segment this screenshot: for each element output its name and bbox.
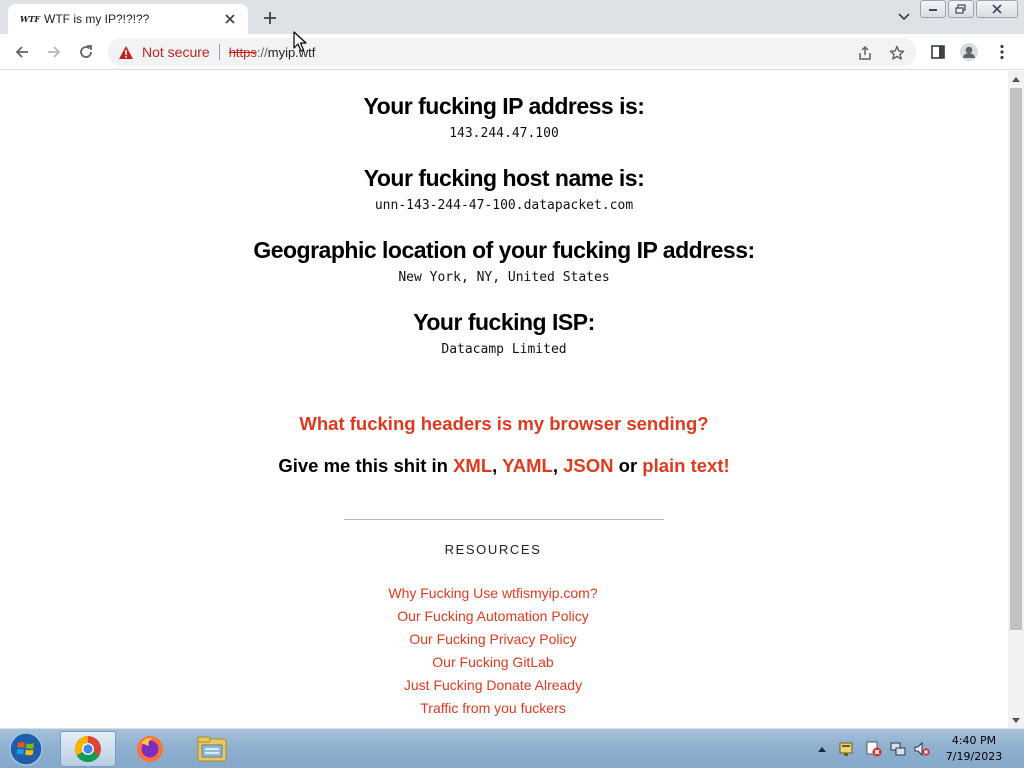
xml-link[interactable]: XML — [453, 455, 492, 476]
resource-link-privacy-policy[interactable]: Our Fucking Privacy Policy — [0, 628, 986, 651]
show-hidden-icons-icon[interactable] — [814, 741, 830, 757]
isp-value: Datacamp Limited — [441, 342, 567, 357]
warning-icon[interactable] — [118, 44, 134, 60]
formats-comma-1: , — [492, 455, 503, 476]
profile-avatar-icon[interactable] — [959, 42, 979, 62]
favicon: WTF — [20, 14, 40, 24]
headers-section: What fucking headers is my browser sendi… — [0, 413, 1008, 435]
side-panel-icon[interactable] — [928, 42, 948, 62]
chrome-taskbar-icon[interactable] — [60, 731, 116, 767]
browser-tab[interactable]: WTF WTF is my IP?!?!?? — [8, 4, 248, 34]
more-menu-icon[interactable] — [992, 42, 1012, 62]
vertical-scrollbar[interactable] — [1008, 71, 1024, 728]
plain-text-link[interactable]: plain text! — [642, 455, 729, 476]
url-scheme-separator: :// — [256, 44, 268, 60]
security-alert-icon[interactable] — [866, 741, 882, 757]
reload-icon[interactable] — [74, 40, 98, 64]
json-link[interactable]: JSON — [563, 455, 613, 476]
firefox-taskbar-icon[interactable] — [122, 731, 178, 767]
chevron-down-icon[interactable] — [894, 9, 914, 25]
tab-title: WTF is my IP?!?!?? — [44, 12, 150, 26]
file-explorer-taskbar-icon[interactable] — [184, 731, 240, 767]
resource-link-why-use[interactable]: Why Fucking Use wtfismyip.com? — [0, 582, 986, 605]
network-icon[interactable] — [890, 741, 906, 757]
host-value: unn-143-244-47-100.datapacket.com — [374, 198, 634, 213]
resource-link-traffic[interactable]: Traffic from you fuckers — [0, 697, 986, 720]
not-secure-label[interactable]: Not secure — [142, 44, 210, 60]
geo-heading: Geographic location of your fucking IP a… — [253, 237, 755, 263]
geo-section: Geographic location of your fucking IP a… — [0, 237, 1008, 285]
action-center-icon[interactable] — [838, 741, 854, 757]
formats-comma-2: , — [552, 455, 564, 476]
resources-list: Why Fucking Use wtfismyip.com? Our Fucki… — [0, 582, 986, 720]
page-viewport: Your fucking IP address is: 143.244.47.1… — [0, 71, 1008, 728]
arrow-left-icon[interactable] — [10, 40, 34, 64]
resources-title: RESOURCES — [444, 542, 542, 557]
minimize-icon[interactable] — [920, 0, 946, 18]
volume-muted-icon[interactable] — [914, 741, 930, 757]
system-clock[interactable]: 4:40 PM 7/19/2023 — [936, 733, 1012, 765]
headers-link[interactable]: What fucking headers is my browser sendi… — [299, 413, 708, 434]
ip-value: 143.244.47.100 — [449, 126, 559, 141]
mouse-pointer-icon — [293, 31, 307, 53]
clock-time: 4:40 PM — [951, 734, 997, 747]
ip-heading: Your fucking IP address is: — [363, 93, 645, 119]
host-section: Your fucking host name is: unn-143-244-4… — [0, 165, 1008, 213]
plus-icon[interactable] — [258, 7, 282, 29]
close-icon[interactable] — [222, 11, 238, 27]
divider — [344, 519, 664, 520]
scroll-down-icon[interactable] — [1008, 712, 1024, 728]
scrollbar-thumb[interactable] — [1010, 88, 1022, 630]
arrow-right-icon[interactable] — [42, 40, 66, 64]
star-icon[interactable] — [888, 44, 906, 62]
restore-icon[interactable] — [948, 0, 974, 18]
url-separator — [218, 44, 220, 60]
formats-or: or — [613, 455, 643, 476]
tab-strip: WTF WTF is my IP?!?!?? — [0, 0, 1024, 34]
url-host: myip.wtf — [267, 44, 316, 60]
url-scheme: https — [228, 44, 257, 60]
taskbar: 4:40 PM 7/19/2023 — [0, 728, 1024, 768]
host-heading: Your fucking host name is: — [363, 165, 645, 191]
share-icon[interactable] — [856, 44, 874, 62]
formats-prefix: Give me this shit in — [278, 455, 454, 476]
scroll-up-icon[interactable] — [1008, 71, 1024, 87]
resource-link-gitlab[interactable]: Our Fucking GitLab — [0, 651, 986, 674]
window-close-icon[interactable] — [976, 0, 1018, 18]
resource-link-donate[interactable]: Just Fucking Donate Already — [0, 674, 986, 697]
windows-start-icon[interactable] — [6, 731, 46, 767]
isp-section: Your fucking ISP: Datacamp Limited — [0, 309, 1008, 357]
ip-section: Your fucking IP address is: 143.244.47.1… — [0, 93, 1008, 141]
clock-date: 7/19/2023 — [945, 750, 1003, 763]
window-controls — [918, 0, 1018, 18]
geo-value: New York, NY, United States — [398, 270, 610, 285]
isp-heading: Your fucking ISP: — [413, 309, 595, 335]
resource-link-automation-policy[interactable]: Our Fucking Automation Policy — [0, 605, 986, 628]
address-bar[interactable]: Not secure https://myip.wtf — [108, 38, 916, 66]
formats-line: Give me this shit in XML, YAML, JSON or … — [0, 455, 1008, 477]
browser-toolbar: Not secure https://myip.wtf — [0, 34, 1024, 70]
yaml-link[interactable]: YAML — [502, 455, 553, 476]
